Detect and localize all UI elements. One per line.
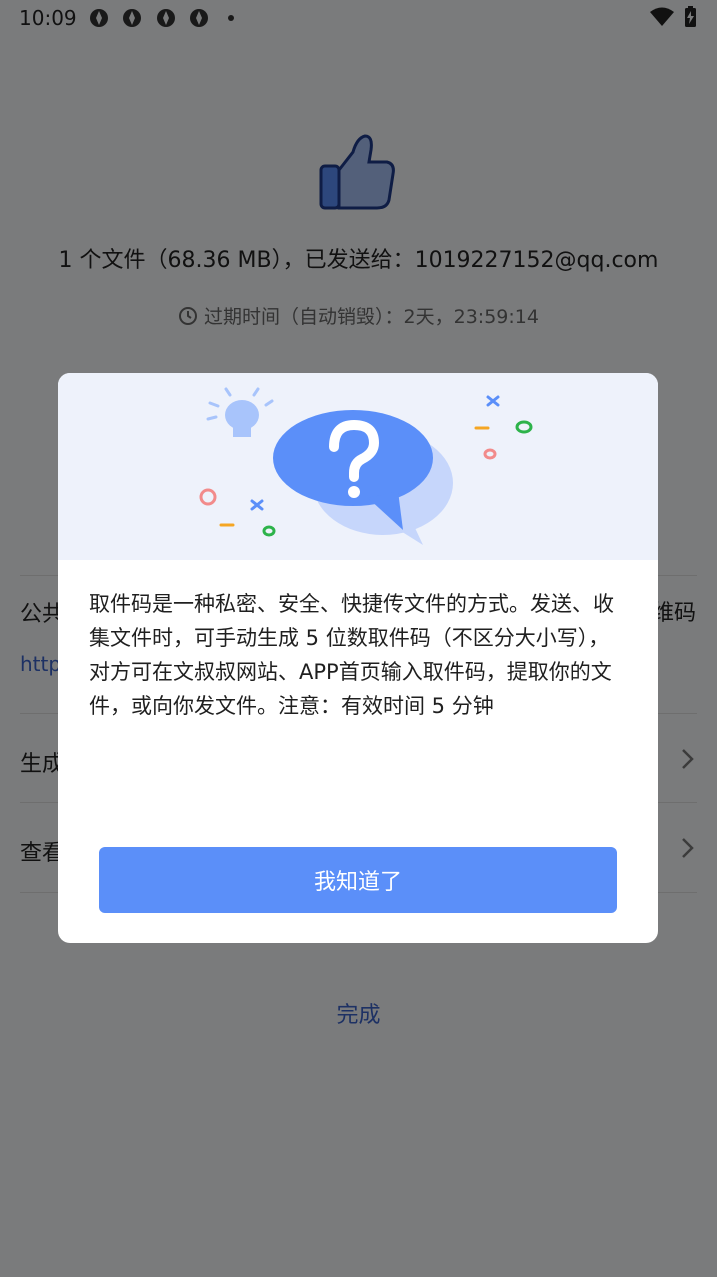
dialog-illustration [58,373,658,560]
pickup-code-dialog: 取件码是一种私密、安全、快捷传文件的方式。发送、收集文件时，可手动生成 5 位数… [58,373,658,943]
dialog-message: 取件码是一种私密、安全、快捷传文件的方式。发送、收集文件时，可手动生成 5 位数… [89,592,614,718]
question-bubble-illustration [199,387,533,545]
got-it-button[interactable]: 我知道了 [99,847,617,913]
